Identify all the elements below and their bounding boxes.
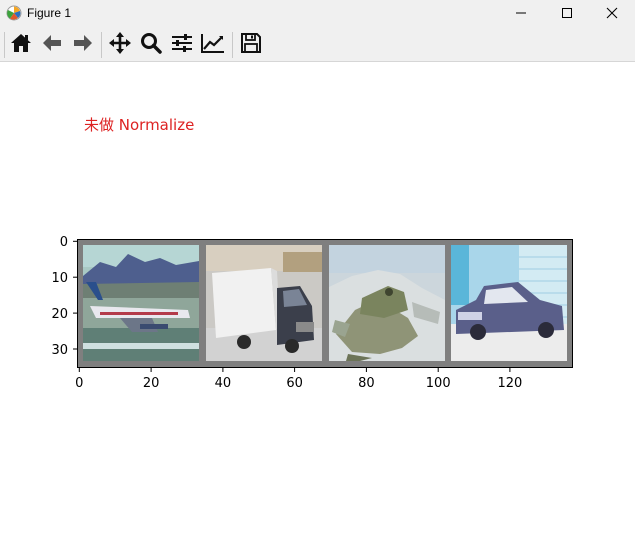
toolbar-separator — [232, 32, 233, 58]
image-tile-airplane — [83, 245, 199, 361]
arrow-left-icon — [41, 33, 63, 57]
maximize-button[interactable] — [544, 0, 590, 26]
image-tile-truck — [206, 245, 322, 361]
y-tick-label: 10 — [51, 271, 68, 286]
close-button[interactable] — [589, 0, 635, 26]
x-tick-label: 20 — [143, 376, 160, 391]
x-tick-label: 40 — [215, 376, 232, 391]
close-icon — [606, 4, 618, 23]
matplotlib-logo-icon — [6, 5, 22, 21]
y-tick-label: 30 — [51, 343, 68, 358]
y-axis: 0 10 20 30 — [51, 235, 77, 358]
pan-button[interactable] — [108, 32, 132, 58]
x-axis: 0 20 40 60 80 100 120 — [75, 368, 522, 391]
arrow-right-icon — [72, 33, 94, 57]
image-tile-car — [451, 245, 567, 361]
x-tick-label: 0 — [75, 376, 83, 391]
home-icon — [10, 33, 32, 57]
y-tick-label: 0 — [60, 235, 68, 250]
x-tick-label: 100 — [426, 376, 451, 391]
x-tick-label: 80 — [358, 376, 375, 391]
move-icon — [109, 32, 131, 58]
line-chart-icon — [201, 33, 225, 57]
sliders-icon — [171, 33, 193, 57]
back-button[interactable] — [40, 34, 64, 56]
zoom-button[interactable] — [139, 32, 163, 58]
title-bar: Figure 1 — [0, 0, 635, 26]
figure-canvas[interactable]: 未做 Normalize 0 20 40 60 80 100 120 0 10 … — [0, 62, 635, 542]
save-button[interactable] — [239, 32, 263, 58]
x-tick-label: 120 — [497, 376, 522, 391]
magnifier-icon — [140, 32, 162, 58]
home-button[interactable] — [9, 34, 33, 56]
subplots-button[interactable] — [170, 34, 194, 56]
window-title: Figure 1 — [27, 6, 72, 20]
maximize-icon — [561, 4, 573, 23]
image-tile-frog — [329, 245, 445, 361]
axes-edit-button[interactable] — [201, 34, 225, 56]
forward-button[interactable] — [71, 34, 95, 56]
navigation-toolbar — [0, 26, 635, 62]
toolbar-grip — [4, 32, 5, 58]
floppy-disk-icon — [240, 32, 262, 58]
toolbar-separator — [101, 32, 102, 58]
y-tick-label: 20 — [51, 307, 68, 322]
figure-annotation: 未做 Normalize — [84, 116, 195, 134]
minimize-icon — [515, 4, 527, 23]
x-tick-label: 60 — [286, 376, 303, 391]
minimize-button[interactable] — [498, 0, 544, 26]
